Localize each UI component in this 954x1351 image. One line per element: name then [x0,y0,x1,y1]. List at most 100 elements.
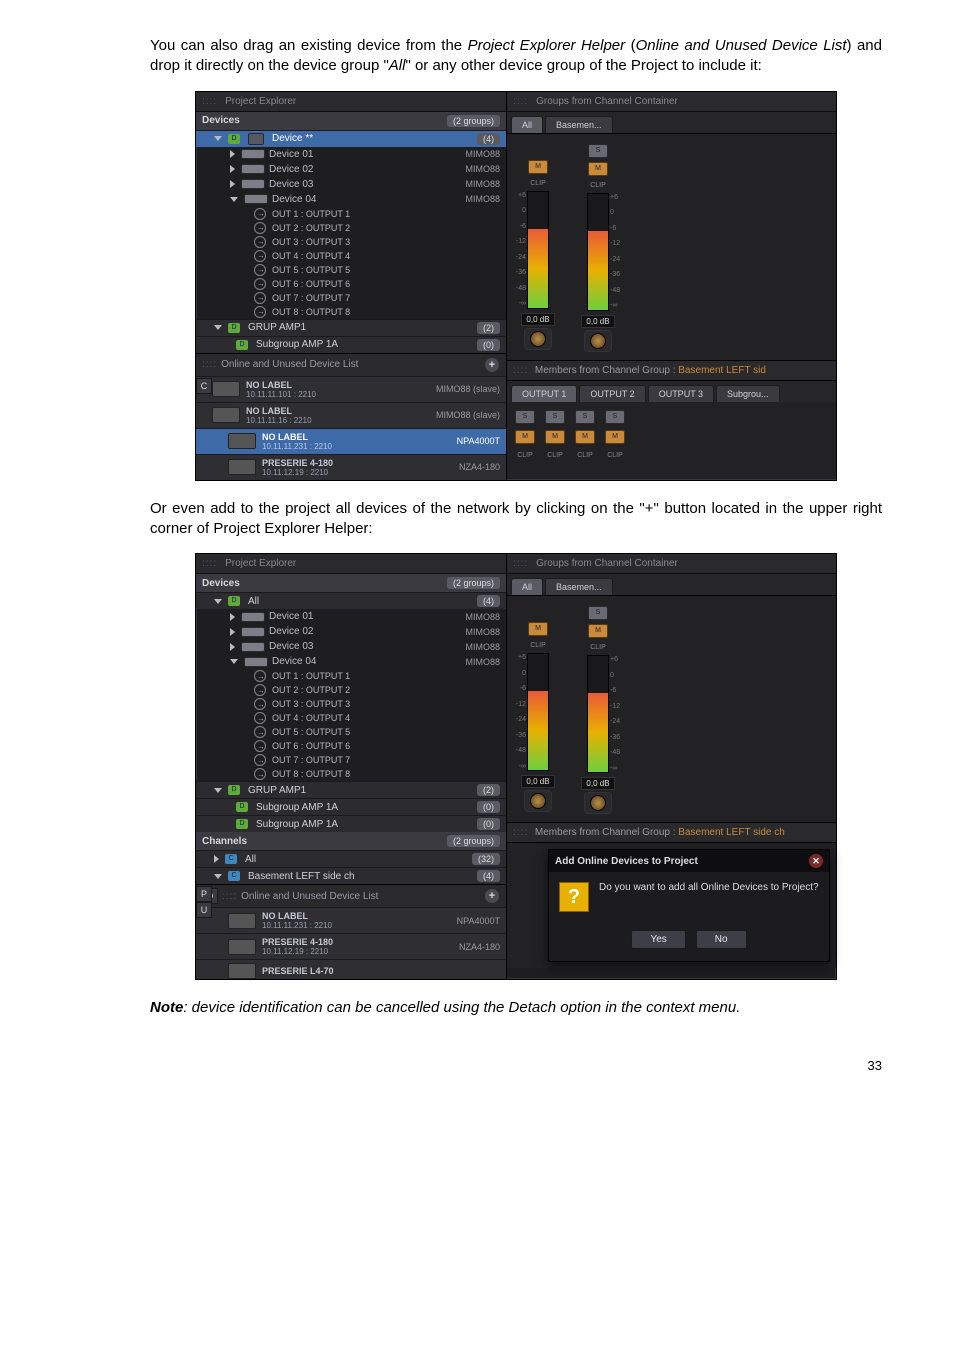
s2-channels-header[interactable]: Channels (2 groups) [196,832,506,850]
mute-button[interactable]: M [528,160,548,174]
s2-out-4[interactable]: OUT 4 : OUTPUT 4 [196,711,506,725]
mini-fader[interactable]: SMCLIP [605,410,625,470]
s1-out-3[interactable]: OUT 3 : OUTPUT 3 [196,235,506,249]
s1-online-item-2[interactable]: D NO LABEL10.11.11.231 : 2210 NPA4000T [196,428,506,454]
mini-fader[interactable]: SMCLIP [575,410,595,470]
s1-online-item-3[interactable]: C PRESERIE 4-18010.11.12.19 : 2210 NZA4-… [196,454,506,480]
fader-track[interactable]: +60-6-12-24-36-48-∞ [527,653,549,771]
add-online-devices-button[interactable]: + [484,357,500,373]
solo-button[interactable]: S [575,410,595,424]
s2-channels-all[interactable]: CAll (32) [196,850,506,867]
note-line: Note: device identification can be cance… [150,998,882,1018]
rotary-knob[interactable] [584,330,612,352]
s2-channels-basement[interactable]: CBasement LEFT side ch (4) [196,867,506,884]
device-thumb-icon [212,381,240,397]
s2-out-8[interactable]: OUT 8 : OUTPUT 8 [196,767,506,781]
s2-device-03[interactable]: Device 03MIMO88 [196,639,506,654]
s1-member-tab-1[interactable]: OUTPUT 2 [579,385,645,402]
s1-online-item-1[interactable]: NO LABEL10.11.11.16 : 2210 MIMO88 (slave… [196,402,506,428]
mute-button[interactable]: M [588,162,608,176]
db-readout: 0,0 dB [581,777,614,790]
s2-group-all[interactable]: DAll (4) [196,592,506,609]
s1-member-tab-0[interactable]: OUTPUT 1 [511,385,577,402]
group-icon: D [236,802,248,812]
s2-devices-label: Devices [202,578,240,589]
s2-fader-1[interactable]: M CLIP +60-6-12-24-36-48-∞ 0,0 dB [515,606,561,814]
s2-tab-all[interactable]: All [511,578,543,595]
fader-ticks: +60-6-12-24-36-48-∞ [610,194,626,310]
solo-button[interactable]: S [515,410,535,424]
dialog-no-button[interactable]: No [696,930,747,949]
solo-button[interactable]: S [605,410,625,424]
s1-out-1[interactable]: OUT 1 : OUTPUT 1 [196,207,506,221]
s1-member-tab-3[interactable]: Subgrou... [716,385,780,402]
s1-out-7[interactable]: OUT 7 : OUTPUT 7 [196,291,506,305]
chevron-down-icon [214,136,222,141]
s1-online-item-0[interactable]: NO LABEL10.11.11.101 : 2210 MIMO88 (slav… [196,376,506,402]
s2-group-amp1[interactable]: DGRUP AMP1 (2) [196,781,506,798]
s2-fader-2[interactable]: S M CLIP +60-6-12-24-36-48-∞ 0,0 dB [575,606,621,814]
solo-button[interactable]: S [588,144,608,158]
s2-online-item-0[interactable]: C U NO LABEL10.11.11.231 : 2210 NPA4000T [196,907,506,933]
p1-f: All [389,57,406,74]
s1-group-all[interactable]: DDevice ** (4) [196,130,506,147]
fader-ticks: +60-6-12-24-36-48-∞ [610,656,626,772]
s1-devices-header[interactable]: Devices (2 groups) [196,112,506,130]
s1-out-5[interactable]: OUT 5 : OUTPUT 5 [196,263,506,277]
s1-tab-basement[interactable]: Basemen... [545,116,613,133]
rotary-knob[interactable] [584,792,612,814]
s2-out-3[interactable]: OUT 3 : OUTPUT 3 [196,697,506,711]
s1-tab-all[interactable]: All [511,116,543,133]
s1-out-6[interactable]: OUT 6 : OUTPUT 6 [196,277,506,291]
s1-out-2[interactable]: OUT 2 : OUTPUT 2 [196,221,506,235]
s2-out-7[interactable]: OUT 7 : OUTPUT 7 [196,753,506,767]
fader-track[interactable]: +60-6-12-24-36-48-∞ [587,655,609,773]
s1-device-02[interactable]: Device 02 MIMO88 [196,162,506,177]
s2-device-01[interactable]: Device 01MIMO88 [196,609,506,624]
dialog-yes-button[interactable]: Yes [631,930,685,949]
s1-subgroup-amp1a[interactable]: DSubgroup AMP 1A (0) [196,336,506,353]
device-thumb-icon [228,939,256,955]
mute-button[interactable]: M [545,430,565,444]
mini-fader[interactable]: SMCLIP [545,410,565,470]
s2-out-6[interactable]: OUT 6 : OUTPUT 6 [196,739,506,753]
s1-device-04[interactable]: Device 04 MIMO88 [196,192,506,207]
solo-button[interactable]: S [588,606,608,620]
mute-button[interactable]: M [528,622,548,636]
fader-track[interactable]: +60-6-12-24-36-48-∞ [587,193,609,311]
s2-device-04[interactable]: Device 04MIMO88 [196,654,506,669]
s2-online-item-1[interactable]: P PRESERIE 4-18010.11.12.19 : 2210 NZA4-… [196,933,506,959]
s2-subgroup-amp1a-2[interactable]: DSubgroup AMP 1A (0) [196,815,506,832]
s1-device-04-type: MIMO88 [465,194,500,204]
s2-devices-header[interactable]: Devices (2 groups) [196,574,506,592]
s1-out-4[interactable]: OUT 4 : OUTPUT 4 [196,249,506,263]
mute-button[interactable]: M [605,430,625,444]
rotary-knob[interactable] [524,790,552,812]
s2-device-02[interactable]: Device 02MIMO88 [196,624,506,639]
s2-subgroup-amp1a-1[interactable]: DSubgroup AMP 1A (0) [196,798,506,815]
s2-tab-basement[interactable]: Basemen... [545,578,613,595]
s1-fader-1[interactable]: M CLIP +60-6-12-24-36-48-∞ 0,0 dB [515,144,561,352]
s2-out-5[interactable]: OUT 5 : OUTPUT 5 [196,725,506,739]
s1-group-amp1[interactable]: DGRUP AMP1 (2) [196,319,506,336]
mute-button[interactable]: M [575,430,595,444]
s1-device-03[interactable]: Device 03 MIMO88 [196,177,506,192]
mute-button[interactable]: M [515,430,535,444]
s1-member-tab-2[interactable]: OUTPUT 3 [648,385,714,402]
add-online-devices-button[interactable]: + [484,888,500,904]
s1-online-0-ip: 10.11.11.101 : 2210 [246,390,436,399]
s2-left-panel: Project Explorer Devices (2 groups) DAll… [196,554,507,979]
s1-fader-2[interactable]: S M CLIP +60-6-12-24-36-48-∞ 0,0 dB [575,144,621,352]
mute-button[interactable]: M [588,624,608,638]
s1-out-8[interactable]: OUT 8 : OUTPUT 8 [196,305,506,319]
group-icon: D [236,340,248,350]
s2-out-1[interactable]: OUT 1 : OUTPUT 1 [196,669,506,683]
dialog-close-button[interactable]: ✕ [809,854,823,868]
fader-track[interactable]: +60-6-12-24-36-48-∞ [527,191,549,309]
s2-out-2[interactable]: OUT 2 : OUTPUT 2 [196,683,506,697]
solo-button[interactable]: S [545,410,565,424]
mini-fader[interactable]: SMCLIP [515,410,535,470]
rotary-knob[interactable] [524,328,552,350]
s2-online-item-2[interactable]: PRESERIE L4-70 [196,959,506,979]
s1-device-01[interactable]: Device 01 MIMO88 [196,147,506,162]
